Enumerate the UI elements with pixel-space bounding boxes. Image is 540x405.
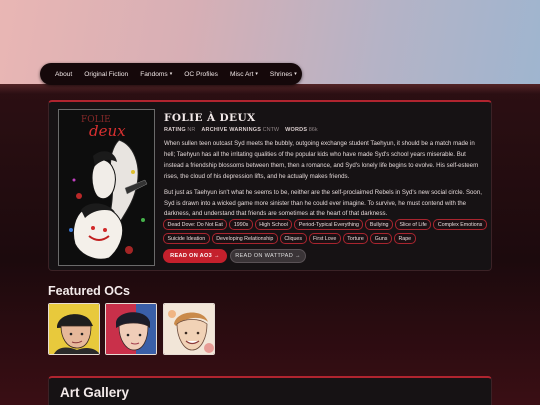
nav-oc-profiles-label: OC Profiles (184, 70, 218, 78)
tag[interactable]: Bullying (365, 219, 393, 230)
chevron-down-icon: ▾ (169, 71, 173, 77)
tag-list: Dead Dove: Do Not Eat 1990s High School … (163, 219, 489, 244)
tag[interactable]: Complex Emotions (433, 219, 487, 230)
description-paragraph: When sullen teen outcast Syd meets the b… (164, 140, 479, 180)
cover-title-text: deux (89, 122, 126, 140)
featured-ocs-heading: Featured OCs (48, 284, 130, 298)
tag[interactable]: Slice of Life (394, 219, 432, 230)
tag[interactable]: Developing Relationship (211, 233, 278, 244)
tag[interactable]: Dead Dove: Do Not Eat (163, 219, 228, 230)
art-gallery-section: Art Gallery (48, 376, 492, 405)
book-meta: RATING NR ARCHIVE WARNINGS CNTW WORDS 86… (164, 127, 318, 133)
nav-about-label: About (55, 70, 73, 78)
tag[interactable]: 1990s (229, 219, 253, 230)
book-description: When sullen teen outcast Syd meets the b… (164, 139, 485, 220)
main-nav: About Original Fiction Fandoms ▾ OC Profi… (40, 63, 302, 85)
meta-rating-value: NR (187, 127, 196, 133)
meta-warnings: ARCHIVE WARNINGS CNTW (201, 127, 279, 133)
description-paragraph: But just as Taehyun isn't what he seems … (164, 188, 482, 218)
book-card: FOLIE deux FOLIE À DEUX RATING NR ARCHIV… (48, 100, 492, 271)
nav-about[interactable]: About (49, 71, 78, 78)
meta-warnings-value: CNTW (262, 127, 280, 133)
tag[interactable]: Period-Typical Everything (294, 219, 364, 230)
chevron-down-icon: ▾ (255, 71, 258, 77)
tag[interactable]: Cliques (279, 233, 307, 244)
book-cover-image[interactable]: FOLIE deux (58, 109, 155, 266)
read-on-ao3-button[interactable]: READ ON AO3 → (163, 249, 227, 263)
tag[interactable]: Torture (342, 233, 369, 244)
nav-original-fiction-label: Original Fiction (84, 70, 129, 78)
book-title: FOLIE À DEUX (164, 112, 256, 124)
meta-words-key: WORDS (285, 127, 308, 133)
tag[interactable]: Guns (370, 233, 392, 244)
tag[interactable]: First Love (308, 233, 341, 244)
nav-fandoms-label: Fandoms (140, 70, 168, 78)
meta-words-value: 86k (308, 127, 318, 133)
nav-fandoms[interactable]: Fandoms ▾ (134, 71, 178, 78)
nav-misc-art[interactable]: Misc Art ▾ (224, 71, 264, 78)
nav-oc-profiles[interactable]: OC Profiles (178, 71, 224, 78)
art-gallery-heading: Art Gallery (60, 385, 130, 400)
nav-original-fiction[interactable]: Original Fiction (78, 71, 134, 78)
meta-words: WORDS 86k (285, 127, 318, 133)
tag[interactable]: Rape (393, 233, 416, 244)
meta-rating-key: RATING (164, 127, 186, 133)
nav-shrines-label: Shrines (269, 70, 293, 78)
oc-thumbnail[interactable] (163, 303, 215, 355)
meta-warnings-key: ARCHIVE WARNINGS (201, 127, 262, 133)
read-on-wattpad-button[interactable]: READ ON WATTPAD → (230, 249, 306, 263)
oc-thumbnail[interactable] (105, 303, 157, 355)
tag[interactable]: Suicide Ideation (163, 233, 210, 244)
nav-shrines[interactable]: Shrines ▾ (264, 71, 303, 78)
chevron-down-icon: ▾ (294, 71, 297, 77)
oc-thumbnail[interactable] (48, 303, 100, 355)
meta-rating: RATING NR (164, 127, 195, 133)
tag[interactable]: High School (254, 219, 293, 230)
nav-misc-art-label: Misc Art (229, 70, 254, 78)
